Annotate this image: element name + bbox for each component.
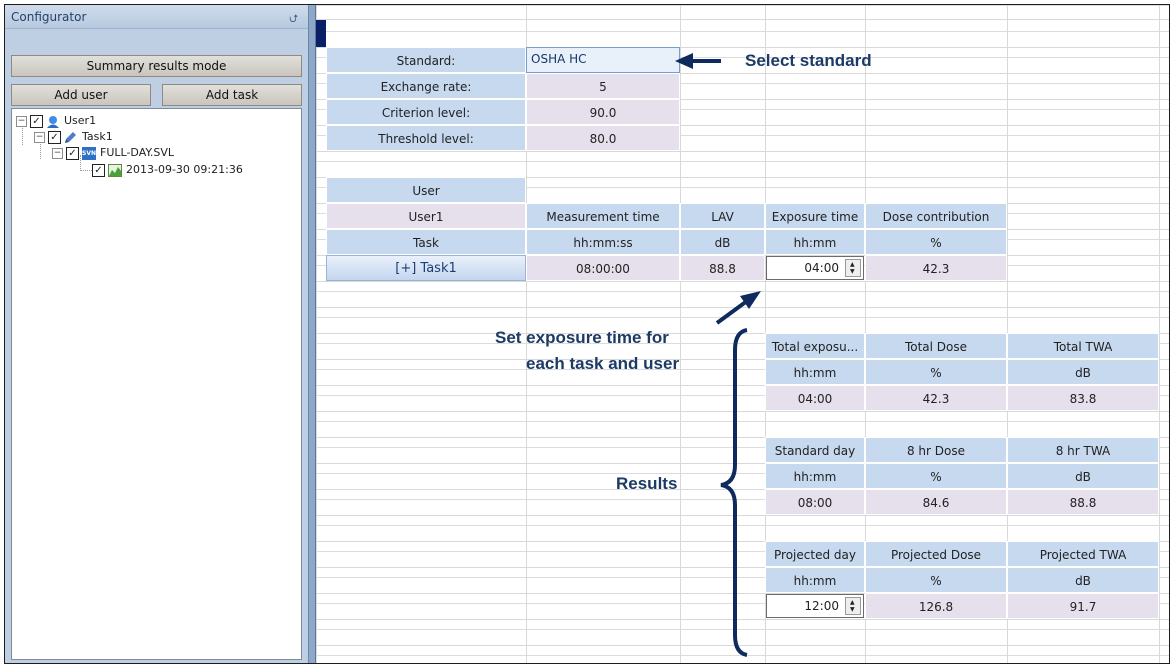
set-exposure-annotation-line2: each task and user bbox=[526, 354, 680, 373]
results-annotation: Results bbox=[616, 474, 678, 493]
application-window: Configurator ⮍ Summary results mode Add … bbox=[4, 4, 1170, 664]
select-standard-arrow bbox=[675, 53, 721, 69]
select-standard-annotation: Select standard bbox=[745, 51, 872, 70]
set-exposure-annotation-line1: Set exposure time for bbox=[495, 328, 669, 347]
results-brace bbox=[720, 328, 748, 657]
exposure-arrow bbox=[715, 291, 761, 325]
